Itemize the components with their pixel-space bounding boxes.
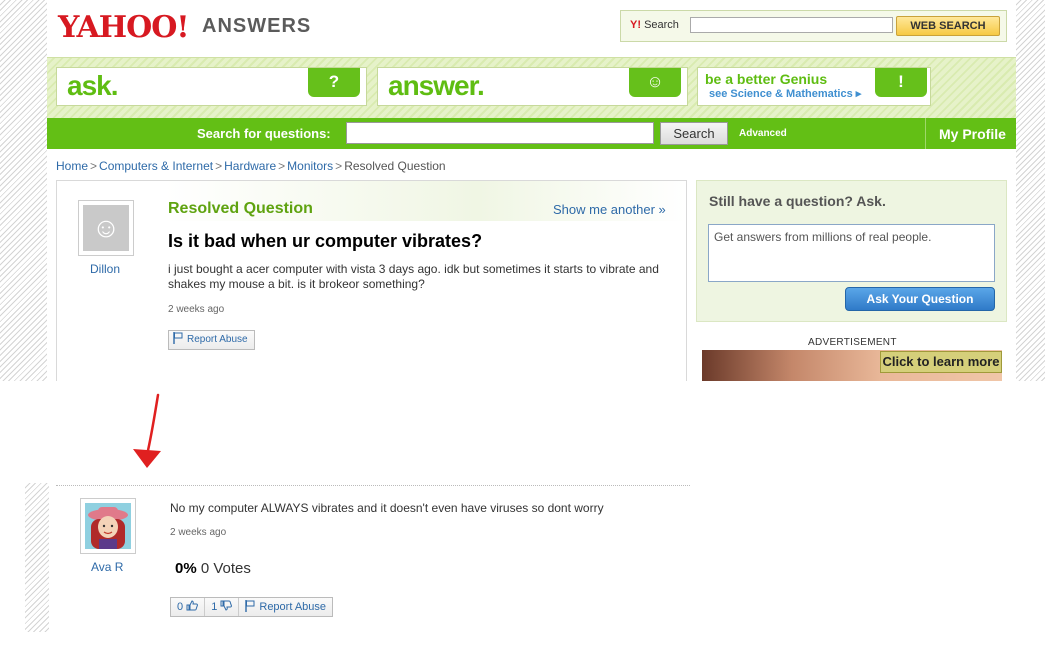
left-page-margin [0, 0, 47, 381]
search-questions-input[interactable] [346, 122, 654, 144]
breadcrumb-hardware[interactable]: Hardware [224, 159, 276, 173]
play-arrow-icon: ▸ [855, 88, 862, 100]
thumbs-down-icon [220, 600, 233, 611]
thumbs-down-count: 1 [211, 601, 218, 613]
search-questions-label: Search for questions: [197, 126, 331, 141]
vote-count: 0 Votes [200, 560, 251, 577]
asker-name[interactable]: Dillon [90, 262, 120, 276]
answer-tile[interactable]: answer. ☺ [377, 67, 688, 106]
nav-divider [925, 118, 926, 149]
question-page-screenshot: YAHOO! ANSWERS Y! Search WEB SEARCH ask.… [0, 0, 1045, 381]
breadcrumb-computers-internet[interactable]: Computers & Internet [99, 159, 213, 173]
thumbs-down-button[interactable]: 1 [205, 598, 240, 616]
ask-your-question-button[interactable]: Ask Your Question [845, 287, 995, 311]
answer-left-margin [25, 483, 49, 632]
breadcrumb-home[interactable]: Home [56, 159, 88, 173]
answer-report-abuse-button[interactable]: Report Abuse [239, 598, 332, 616]
answer-report-abuse-label: Report Abuse [259, 601, 327, 613]
report-abuse-button[interactable]: Report Abuse [168, 330, 255, 350]
answer-text: No my computer ALWAYS vibrates and it do… [170, 501, 604, 515]
question-body: i just bought a acer computer with vista… [168, 262, 659, 291]
answer-divider [56, 485, 690, 486]
answer-word: answer. [388, 70, 485, 101]
thumbs-up-button[interactable]: 0 [171, 598, 206, 616]
genius-link[interactable]: see Science & Mathematics ▸ [709, 87, 861, 100]
ask-word: ask. [67, 70, 118, 101]
genius-title: be a better Genius [705, 71, 828, 87]
web-search-label: Y! Search [630, 19, 679, 31]
my-profile-link[interactable]: My Profile [939, 126, 1006, 142]
right-page-margin [1016, 0, 1045, 381]
thumbs-up-count: 0 [177, 601, 184, 613]
smiley-face-icon: ☺ [629, 68, 681, 97]
avatar-cowgirl-icon [85, 503, 131, 549]
flag-icon [173, 332, 183, 344]
vote-percent: 0% [175, 560, 197, 577]
advanced-search-link[interactable]: Advanced [739, 128, 787, 139]
answers-logo[interactable]: ANSWERS [202, 15, 311, 38]
answerer-name[interactable]: Ava R [91, 560, 123, 574]
question-title: Is it bad when ur computer vibrates? [168, 231, 483, 251]
question-age: 2 weeks ago [168, 304, 225, 315]
genius-tile[interactable]: be a better Genius see Science & Mathema… [697, 67, 931, 106]
exclaim-face-icon: ! [875, 68, 927, 97]
genius-link-text: see Science & Mathematics [709, 88, 853, 100]
flag-icon [245, 600, 255, 612]
ad-click-to-learn-more[interactable]: Click to learn more [880, 351, 1002, 373]
advertisement-label: ADVERTISEMENT [808, 337, 897, 348]
asker-avatar[interactable]: ☺ [78, 200, 134, 256]
breadcrumb-current: Resolved Question [344, 159, 446, 173]
question-face-icon: ? [308, 68, 360, 97]
breadcrumb: Home > Computers & Internet > Hardware > Monit… [56, 159, 446, 173]
breadcrumb-separator: > [278, 159, 286, 173]
answer-votes: 0% 0 Votes [175, 560, 251, 577]
search-questions-button[interactable]: Search [660, 122, 728, 145]
breadcrumb-separator: > [335, 159, 343, 173]
web-search-input[interactable] [690, 17, 893, 33]
red-arrow-annotation [133, 393, 161, 468]
breadcrumb-monitors[interactable]: Monitors [287, 159, 333, 173]
web-search-label-text: Search [644, 19, 679, 31]
answer-rating-bar: 0 1 Report Abuse [170, 597, 334, 617]
smiley-icon: ☺ [91, 212, 121, 243]
ask-question-textarea[interactable]: Get answers from millions of real people… [708, 224, 995, 282]
yahoo-logo[interactable]: YAHOO! [58, 10, 190, 45]
breadcrumb-separator: > [215, 159, 223, 173]
ask-panel-title: Still have a question? Ask. [709, 193, 886, 209]
question-status: Resolved Question [168, 200, 313, 217]
yahoo-y-icon: Y! [630, 19, 641, 31]
thumbs-up-icon [186, 600, 199, 611]
breadcrumb-separator: > [90, 159, 98, 173]
answerer-avatar[interactable] [80, 498, 136, 554]
ask-tile[interactable]: ask. ? [56, 67, 367, 106]
answer-age: 2 weeks ago [170, 527, 227, 538]
show-another-link[interactable]: Show me another » [553, 202, 666, 217]
web-search-button[interactable]: WEB SEARCH [896, 16, 1000, 36]
avatar-image [85, 503, 131, 549]
report-abuse-label: Report Abuse [187, 334, 248, 345]
